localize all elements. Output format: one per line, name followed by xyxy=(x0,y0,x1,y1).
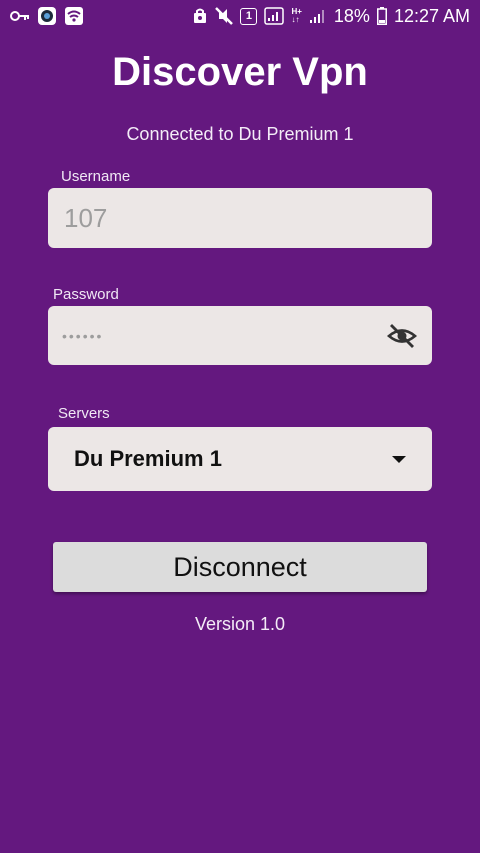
selected-server: Du Premium 1 xyxy=(74,446,222,471)
username-field[interactable] xyxy=(48,188,432,248)
wifi-icon xyxy=(64,6,84,26)
password-input[interactable]: •••••• xyxy=(62,328,103,344)
status-left xyxy=(10,6,84,26)
signal-weak-icon xyxy=(309,8,327,24)
username-label: Username xyxy=(61,168,131,185)
password-label: Password xyxy=(53,286,119,303)
visibility-off-icon[interactable] xyxy=(386,320,418,352)
disconnect-button[interactable]: Disconnect xyxy=(53,542,427,592)
servers-label: Servers xyxy=(58,405,110,422)
status-right: 1 H+ ↓↑ 18% 12:27 AM xyxy=(192,6,470,27)
camera-app-icon xyxy=(37,6,57,26)
version-label: Version 1.0 xyxy=(194,614,286,634)
username-input[interactable] xyxy=(62,201,418,235)
status-bar: 1 H+ ↓↑ 18% 12:27 AM xyxy=(0,0,480,32)
data-icon: H+ ↓↑ xyxy=(291,7,302,24)
key-icon xyxy=(10,9,30,23)
password-field[interactable]: •••••• xyxy=(48,306,432,365)
server-dropdown[interactable]: Du Premium 1 xyxy=(48,427,432,491)
connection-status: Connected to Du Premium 1 xyxy=(126,124,354,144)
battery-percent: 18% xyxy=(333,5,370,26)
sim-icon: 1 xyxy=(240,7,258,25)
mute-icon xyxy=(215,7,234,25)
app-title: Discover Vpn xyxy=(112,50,368,94)
clock: 12:27 AM xyxy=(393,5,470,26)
signal-icon xyxy=(264,7,285,25)
battery-icon xyxy=(376,7,387,25)
dropdown-arrow-icon xyxy=(392,455,406,463)
sync-icon xyxy=(192,8,208,24)
